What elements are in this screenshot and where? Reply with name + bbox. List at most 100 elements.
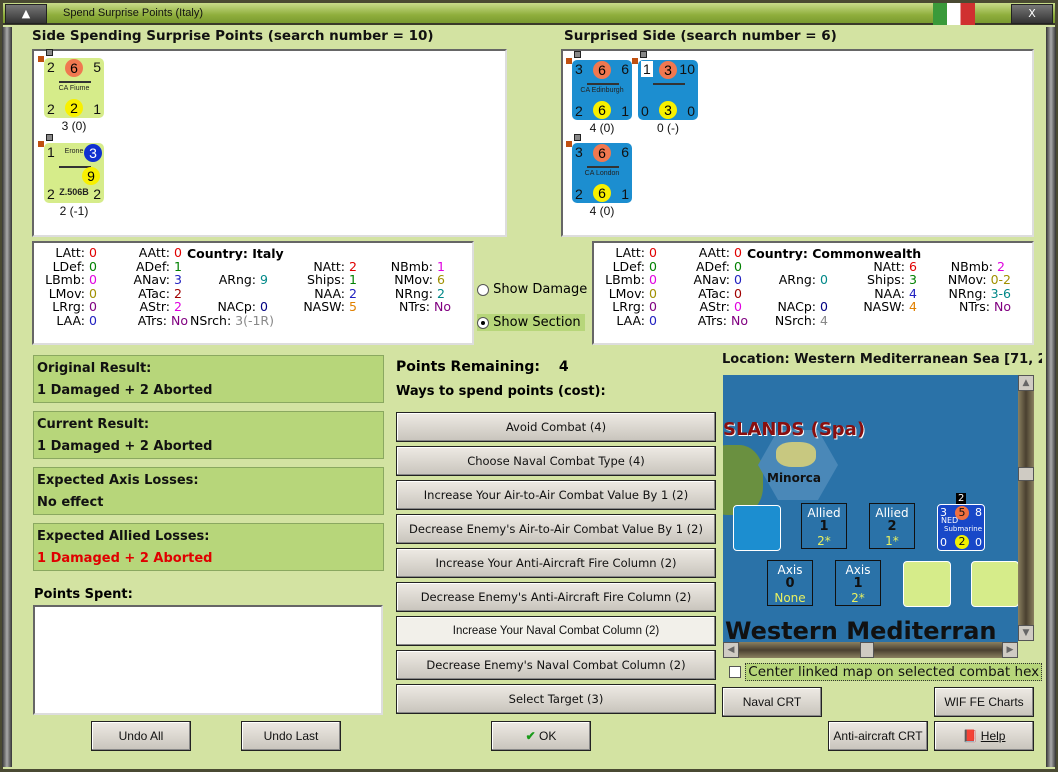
scroll-up-arrow-icon[interactable]: ▲ — [1018, 375, 1034, 391]
undo-all-button[interactable]: Undo All — [91, 721, 191, 751]
center-map-checkbox[interactable]: Center linked map on selected combat hex — [729, 663, 1043, 681]
counter-caption: 4 (0) — [589, 204, 615, 218]
stat-value: 2 — [437, 285, 445, 301]
checkbox[interactable] — [729, 666, 741, 678]
stat-row: ADef: 0 — [694, 259, 748, 274]
allied-box-1[interactable]: Allied 1 2* — [801, 503, 847, 549]
show-section-radio[interactable]: Show Section — [477, 314, 585, 331]
unit-counter[interactable]: 1 3 Erone Z.506B 2 9 2 2 (-1) — [38, 134, 104, 218]
stat-row: NAA: 4 — [863, 286, 923, 301]
title-bar[interactable]: ▲ Spend Surprise Points (Italy) X — [3, 3, 1055, 25]
stat-label: ATrs: — [697, 312, 728, 328]
stat-row: LAtt: 0 — [605, 246, 663, 260]
stat-value: 2 — [349, 258, 357, 274]
spending-side-units-panel[interactable]: 2 6 5 CA Fiume 2 2 1 3 (0) 1 3 Erone Z.506B 2 9 2 2 (-1… — [32, 49, 507, 237]
spend-option-button[interactable]: Increase Your Naval Combat Column (2) — [396, 616, 716, 646]
minimize-button[interactable]: ▲ — [5, 4, 47, 24]
radio-button[interactable] — [477, 283, 489, 296]
stat-row: NBmb: 2 — [948, 259, 1011, 274]
unit-counter[interactable]: 3 6 6 CA Edinburgh 2 6 1 4 (0) — [566, 51, 632, 135]
map-horizontal-scrollbar[interactable]: ◀ ▶ — [723, 642, 1018, 658]
scroll-down-arrow-icon[interactable]: ▼ — [1018, 625, 1034, 641]
spend-option-button[interactable]: Choose Naval Combat Type (4) — [396, 446, 716, 476]
points-spent-list[interactable] — [33, 605, 383, 715]
show-damage-radio[interactable]: Show Damage — [477, 282, 587, 297]
counter-top-right: 5 — [93, 59, 101, 75]
stats-column: NAtt: 2 Ships: 1 NAA: 2 NASW: 5 — [303, 246, 363, 327]
stat-value: 3 — [174, 272, 182, 287]
stat-row: NRng: 2 — [391, 285, 451, 301]
stat-value: 1 — [437, 258, 445, 274]
axis-box-0[interactable]: Axis 0 None — [767, 560, 813, 606]
scroll-thumb[interactable] — [860, 642, 874, 658]
sea-area-label: Western Mediterran — [725, 617, 997, 642]
unit-silhouette-icon — [653, 80, 685, 85]
window-frame-right — [1046, 27, 1056, 767]
stat-row: ATrs: No — [694, 312, 748, 328]
spend-option-button[interactable]: Select Target (3) — [396, 684, 716, 714]
wif-fe-charts-button[interactable]: WIF FE Charts — [934, 687, 1034, 717]
unit-counter[interactable]: 3 6 6 CA London 2 6 1 4 (0) — [566, 134, 632, 218]
surprised-side-units-panel[interactable]: 3 6 6 CA Edinburgh 2 6 1 4 (0) 1 3 10 0 3 0 0 (-) 3 6 6 CA… — [561, 49, 1034, 237]
spend-option-button[interactable]: Decrease Enemy's Anti-Aircraft Fire Colu… — [396, 582, 716, 612]
stat-row: LDef: 0 — [45, 258, 103, 274]
undo-last-button[interactable]: Undo Last — [241, 721, 341, 751]
spend-option-button[interactable]: Increase Your Air-to-Air Combat Value By… — [396, 480, 716, 510]
counter-top-circle: 6 — [593, 144, 611, 162]
spend-surprise-points-window: ▲ Spend Surprise Points (Italy) X Side S… — [0, 0, 1058, 772]
stat-row — [303, 246, 363, 260]
radio-button-selected[interactable] — [477, 316, 489, 329]
spend-option-button[interactable]: Avoid Combat (4) — [396, 412, 716, 442]
anti-aircraft-crt-button[interactable]: Anti-aircraft CRT — [828, 721, 928, 751]
naval-crt-button[interactable]: Naval CRT — [722, 687, 822, 717]
stats-column: AAtt: 0 ADef: 1 ANav: 3 ATac: 2 AStr: 2 ATrs:… — [134, 246, 188, 327]
stat-value: No — [994, 299, 1011, 314]
help-button[interactable]: 📕 Help — [934, 721, 1034, 751]
selection-marker-icon — [46, 134, 53, 141]
ned-submarine-counter[interactable]: 3 5 8 NED Submarine 0 2 0 2 — [937, 493, 985, 551]
stat-row — [948, 246, 1011, 260]
scroll-thumb[interactable] — [1018, 467, 1034, 481]
counter-name: CA Edinburgh — [580, 87, 624, 94]
country-label: Country: Commonwealth — [747, 246, 922, 261]
spend-option-button[interactable]: Decrease Enemy's Naval Combat Column (2) — [396, 650, 716, 680]
ca-fiume-counter[interactable] — [971, 561, 1018, 607]
unit-silhouette-icon — [587, 163, 619, 168]
unit-marker-icon — [566, 58, 572, 64]
stat-row: LRrg: 0 — [605, 300, 663, 314]
region-label: SLANDS (Spa) — [723, 419, 866, 440]
stat-row — [863, 314, 923, 328]
ok-button[interactable]: ✔ OK — [491, 721, 591, 751]
scroll-right-arrow-icon[interactable]: ▶ — [1002, 642, 1018, 658]
unit-silhouette-icon — [59, 78, 91, 83]
stat-value: 0 — [89, 258, 97, 274]
stat-value: 0 — [89, 272, 97, 287]
stat-row: ATac: 2 — [134, 286, 188, 301]
spend-option-button[interactable]: Decrease Enemy's Air-to-Air Combat Value… — [396, 514, 716, 544]
result-value: 1 Damaged + 2 Aborted — [37, 383, 213, 398]
stat-value: 0 — [649, 245, 657, 260]
selection-marker-icon — [574, 134, 581, 141]
erone-counter[interactable] — [903, 561, 951, 607]
stat-label: NASW: — [863, 299, 906, 314]
map-vertical-scrollbar[interactable]: ▲ ▼ — [1018, 375, 1034, 641]
allied-box-2[interactable]: Allied 2 1* — [869, 503, 915, 549]
axis-box-1[interactable]: Axis 1 2* — [835, 560, 881, 606]
stats-column: LAtt: 0 LDef: 0 LBmb: 0 LMov: 0 LRrg: 0 LAA: … — [45, 246, 103, 327]
counter-bottom-circle: 3 — [659, 101, 677, 119]
unit-counter[interactable]: 1 3 10 0 3 0 0 (-) — [632, 51, 698, 135]
scroll-left-arrow-icon[interactable]: ◀ — [723, 642, 739, 658]
stat-row: LMov: 0 — [605, 286, 663, 301]
stat-value: 0 — [734, 245, 742, 260]
stat-row: NAtt: 6 — [863, 259, 923, 274]
task-force-counter[interactable] — [733, 505, 781, 551]
spend-option-button[interactable]: Increase Your Anti-Aircraft Fire Column … — [396, 548, 716, 578]
linked-map-view[interactable]: SLANDS (Spa) Minorca Allied 1 2* Allied 2 1*… — [723, 375, 1018, 642]
stat-value: 0 — [89, 299, 97, 314]
stat-row: NBmb: 1 — [391, 258, 451, 274]
stat-row: ARng: 0 — [775, 273, 834, 287]
italy-stats-panel: LAtt: 0 LDef: 0 LBmb: 0 LMov: 0 LRrg: 0 LAA: … — [32, 241, 474, 345]
result-value: 1 Damaged + 2 Aborted — [37, 439, 213, 454]
close-button[interactable]: X — [1011, 4, 1053, 24]
unit-counter[interactable]: 2 6 5 CA Fiume 2 2 1 3 (0) — [38, 49, 104, 133]
